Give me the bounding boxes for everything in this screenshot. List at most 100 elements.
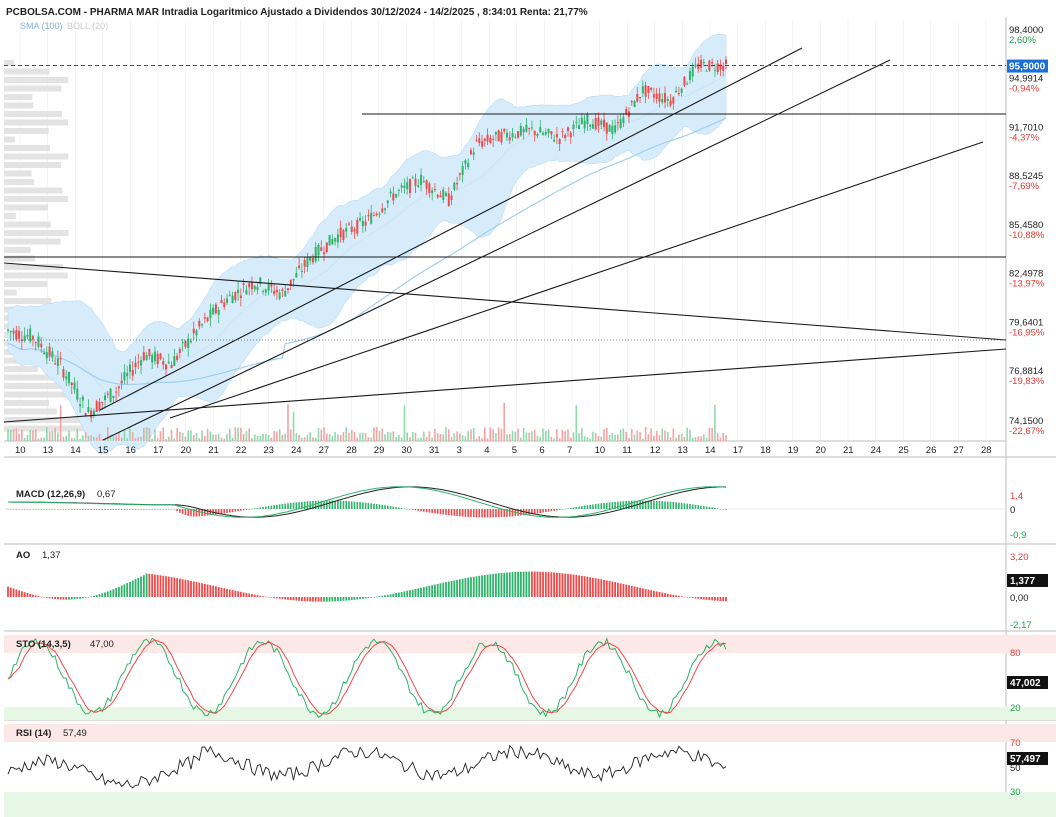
volume-bar bbox=[84, 431, 87, 441]
macd-histogram-bar bbox=[536, 509, 539, 514]
ao-bar bbox=[403, 591, 406, 597]
ao-bar bbox=[697, 597, 700, 599]
candle-body bbox=[414, 178, 417, 186]
volume-bar bbox=[57, 432, 59, 441]
macd-label: MACD (12,26,9) bbox=[16, 489, 85, 500]
candle-body bbox=[425, 180, 428, 189]
volume-bar bbox=[722, 432, 725, 441]
candle-body bbox=[347, 223, 350, 225]
sto-oversold-zone bbox=[4, 707, 1006, 720]
macd-histogram-bar bbox=[143, 509, 145, 510]
date-tick-label: 26 bbox=[926, 445, 937, 456]
volume-bar bbox=[198, 438, 201, 441]
ao-bar bbox=[129, 581, 131, 597]
ao-bar bbox=[616, 582, 619, 597]
ao-bar bbox=[45, 597, 48, 598]
candle-body bbox=[445, 192, 448, 196]
volume-bar bbox=[484, 427, 486, 441]
volume-bar bbox=[533, 429, 536, 441]
ao-bar bbox=[700, 597, 702, 600]
candle-body bbox=[372, 214, 375, 216]
candle-body bbox=[212, 307, 215, 315]
ao-bar bbox=[567, 573, 569, 597]
macd-histogram-bar bbox=[470, 509, 472, 518]
volume-bar bbox=[725, 435, 727, 441]
volume-profile-bar bbox=[4, 289, 17, 296]
ao-bar bbox=[439, 583, 442, 597]
ao-bar bbox=[195, 582, 198, 597]
ao-bar bbox=[65, 597, 68, 600]
ao-bar bbox=[528, 571, 531, 597]
macd-histogram-bar bbox=[675, 502, 677, 509]
macd-level-top: 1,4 bbox=[1010, 491, 1023, 502]
macd-histogram-bar bbox=[256, 507, 259, 509]
candle-body bbox=[245, 289, 248, 295]
ao-bar bbox=[104, 592, 106, 597]
ao-bar bbox=[12, 588, 15, 597]
volume-bar bbox=[148, 428, 151, 441]
candle-body bbox=[48, 346, 51, 357]
volume-bar bbox=[176, 428, 178, 441]
candle-body bbox=[525, 124, 528, 132]
rsi-level-30: 30 bbox=[1010, 787, 1021, 798]
ao-bar bbox=[495, 573, 497, 597]
candle-body bbox=[137, 361, 140, 363]
ao-bar bbox=[428, 585, 431, 597]
candle-body bbox=[311, 258, 314, 263]
ao-bar bbox=[714, 597, 716, 601]
candle-body bbox=[106, 393, 109, 395]
candle-body bbox=[403, 185, 406, 189]
price-level-pct: -13,97% bbox=[1009, 279, 1045, 290]
volume-bar bbox=[73, 438, 76, 441]
ao-bar bbox=[248, 593, 251, 597]
ao-bar bbox=[470, 577, 472, 597]
volume-bar bbox=[270, 437, 273, 441]
macd-histogram-bar bbox=[23, 509, 26, 510]
volume-bar bbox=[29, 430, 31, 441]
macd-histogram-bar bbox=[90, 509, 92, 510]
ao-bar bbox=[154, 574, 156, 597]
candle-body bbox=[81, 396, 84, 401]
volume-bar bbox=[273, 431, 275, 441]
ao-bar bbox=[514, 571, 517, 597]
candle-body bbox=[134, 362, 137, 368]
ao-bar bbox=[70, 597, 73, 600]
ao-bar bbox=[578, 575, 580, 597]
volume-bar bbox=[159, 431, 162, 441]
macd-histogram-bar bbox=[220, 509, 223, 514]
volume-bar bbox=[259, 435, 262, 441]
volume-bar bbox=[703, 434, 705, 441]
date-tick-label: 17 bbox=[153, 445, 164, 456]
ao-bar bbox=[54, 597, 57, 600]
candle-body bbox=[472, 152, 475, 155]
ao-bar bbox=[711, 597, 714, 601]
candle-body bbox=[278, 292, 281, 299]
rsi-label: RSI (14) bbox=[16, 728, 51, 739]
volume-bar bbox=[495, 433, 497, 441]
sma-legend: SMA (100) bbox=[20, 21, 63, 31]
date-tick-label: 28 bbox=[346, 445, 357, 456]
macd-histogram-bar bbox=[705, 506, 708, 509]
candle-body bbox=[652, 94, 655, 98]
ao-bar bbox=[37, 596, 40, 597]
volume-bar bbox=[212, 434, 214, 441]
volume-bar bbox=[653, 435, 655, 441]
macd-histogram-bar bbox=[428, 509, 431, 513]
volume-bar bbox=[650, 428, 652, 441]
volume-profile-bar bbox=[4, 170, 32, 177]
volume-bar bbox=[334, 432, 336, 441]
volume-bar bbox=[586, 437, 589, 441]
candle-body bbox=[242, 283, 245, 285]
price-level-pct: -16,95% bbox=[1009, 327, 1045, 338]
macd-histogram-bar bbox=[295, 502, 298, 509]
volume-bar bbox=[384, 434, 386, 441]
volume-bar bbox=[209, 431, 212, 441]
ao-bar bbox=[317, 597, 320, 602]
candle-body bbox=[361, 220, 364, 227]
macd-histogram-bar bbox=[292, 502, 295, 509]
macd-histogram-bar bbox=[37, 509, 40, 510]
macd-histogram-bar bbox=[447, 509, 450, 516]
volume-bar bbox=[204, 435, 206, 441]
date-tick-label: 15 bbox=[98, 445, 109, 456]
macd-histogram-bar bbox=[553, 509, 555, 511]
